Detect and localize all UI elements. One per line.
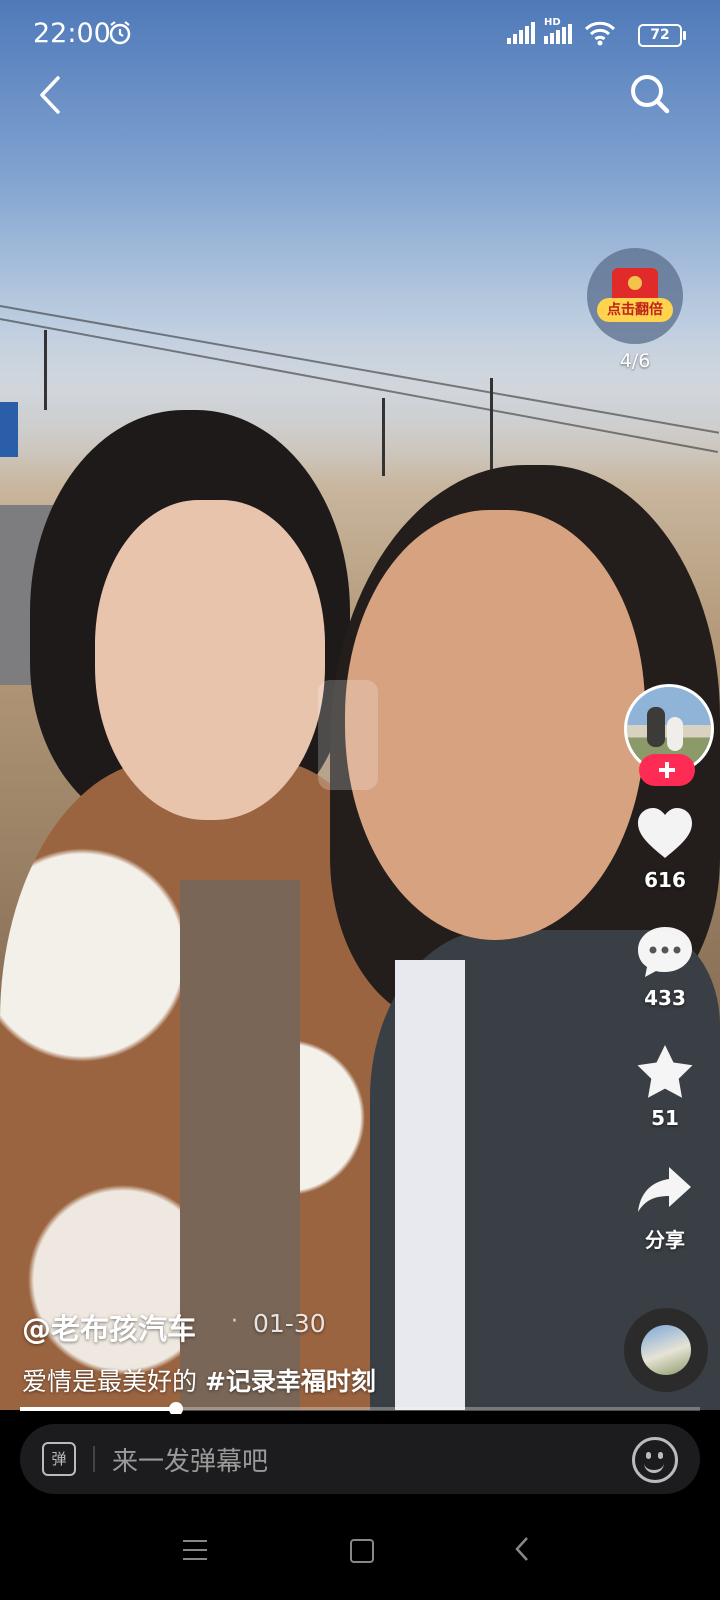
alarm-icon bbox=[109, 21, 131, 45]
like-button[interactable]: 616 bbox=[626, 806, 704, 892]
man-shirt bbox=[395, 960, 465, 1410]
battery-indicator: 72 bbox=[638, 24, 686, 47]
music-cover bbox=[641, 1325, 691, 1375]
danmu-toggle-icon[interactable]: 弹 bbox=[42, 1442, 76, 1476]
comment-bubble-icon bbox=[638, 927, 692, 977]
share-button[interactable]: 分享 bbox=[626, 1162, 704, 1253]
like-count: 616 bbox=[644, 868, 686, 892]
utility-pole bbox=[490, 378, 493, 473]
status-time: 22:00 bbox=[33, 18, 111, 49]
post-date: 01-30 bbox=[253, 1309, 326, 1338]
video-player-screen[interactable]: 22:00 HD 72 点击翻倍 4/6 616 433 51 分享 @老布孩汽… bbox=[0, 0, 720, 1600]
woman-face bbox=[95, 500, 325, 820]
progress-fill bbox=[20, 1407, 177, 1411]
heart-icon bbox=[638, 808, 692, 858]
comment-button[interactable]: 433 bbox=[626, 924, 704, 1010]
road-sign bbox=[0, 402, 18, 457]
play-indicator bbox=[318, 680, 378, 790]
recent-apps-icon[interactable] bbox=[183, 1540, 207, 1567]
red-envelope-reward-button[interactable]: 点击翻倍 bbox=[587, 248, 683, 344]
music-disc-button[interactable] bbox=[624, 1308, 708, 1392]
man-face bbox=[345, 510, 645, 940]
caption-text: 爱情是最美好的 bbox=[22, 1367, 205, 1396]
share-label: 分享 bbox=[645, 1228, 685, 1252]
video-caption: 爱情是最美好的 #记录幸福时刻 bbox=[22, 1362, 376, 1398]
utility-pole bbox=[382, 398, 385, 476]
author-name[interactable]: @老布孩汽车 bbox=[22, 1306, 196, 1348]
status-bar: 22:00 HD 72 bbox=[0, 0, 720, 70]
emoji-icon[interactable] bbox=[632, 1437, 678, 1483]
follow-plus-button[interactable] bbox=[639, 754, 695, 786]
danmu-input-placeholder[interactable]: 来一发弹幕吧 bbox=[112, 1441, 268, 1478]
cell-signal-icon bbox=[507, 22, 535, 44]
divider bbox=[93, 1446, 95, 1472]
star-icon bbox=[637, 1045, 693, 1098]
back-chevron-icon[interactable] bbox=[30, 70, 70, 120]
share-arrow-icon bbox=[638, 1167, 691, 1212]
reward-progress-label: 4/6 bbox=[619, 350, 651, 372]
wifi-icon bbox=[584, 21, 616, 46]
avatar-figure bbox=[647, 707, 665, 747]
system-back-icon[interactable] bbox=[514, 1536, 530, 1562]
comment-count: 433 bbox=[644, 986, 686, 1010]
favorite-button[interactable]: 51 bbox=[626, 1042, 704, 1130]
home-icon[interactable] bbox=[350, 1539, 374, 1563]
video-progress-bar[interactable] bbox=[20, 1402, 700, 1416]
meta-separator: · bbox=[231, 1309, 238, 1334]
favorite-count: 51 bbox=[651, 1106, 679, 1130]
reward-double-tag: 点击翻倍 bbox=[597, 298, 673, 322]
emoji-mouth bbox=[644, 1460, 664, 1473]
utility-pole bbox=[44, 330, 47, 410]
search-icon[interactable] bbox=[626, 70, 676, 120]
danmu-input-bar[interactable]: 弹 来一发弹幕吧 bbox=[20, 1424, 700, 1494]
video-frame[interactable] bbox=[0, 0, 720, 1410]
cell-signal-hd-icon bbox=[544, 24, 572, 44]
avatar-figure bbox=[667, 717, 683, 751]
caption-hashtag[interactable]: #记录幸福时刻 bbox=[205, 1367, 376, 1396]
